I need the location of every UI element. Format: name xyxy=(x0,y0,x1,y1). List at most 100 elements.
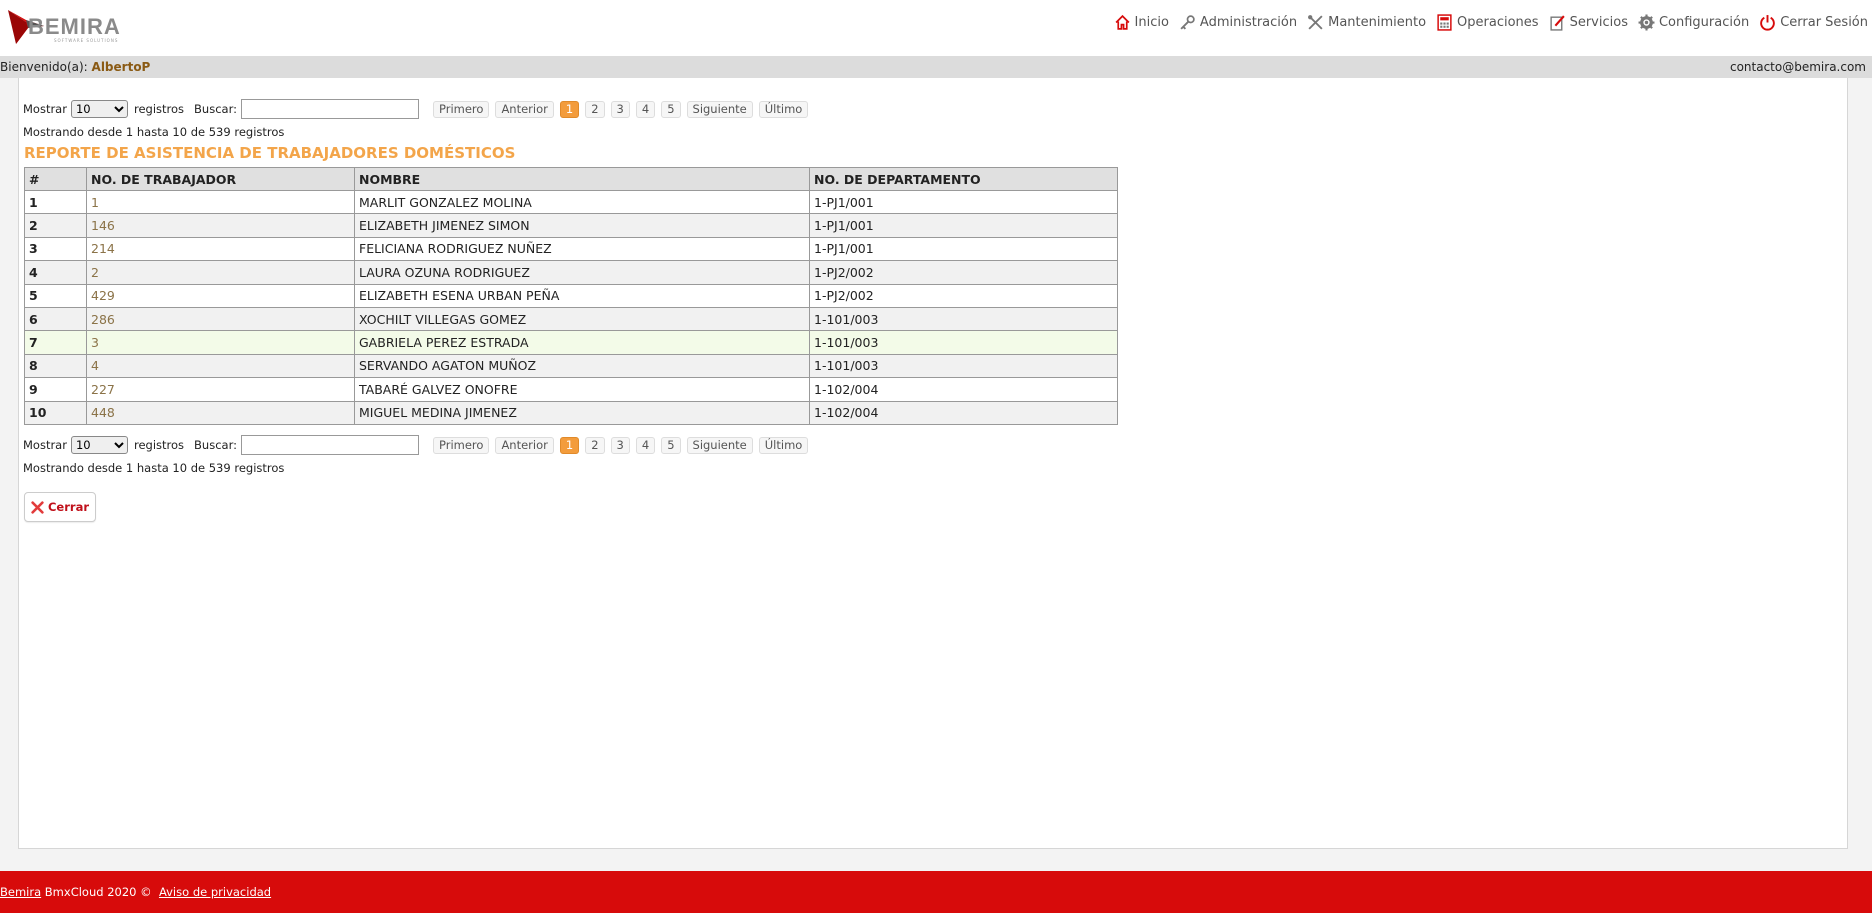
logo-tagline: SOFTWARE SOLUTIONS xyxy=(54,38,119,43)
page-button-2[interactable]: 2 xyxy=(585,100,605,118)
next-page-button[interactable]: Siguiente xyxy=(686,436,753,454)
worker-name: LAURA OZUNA RODRIGUEZ xyxy=(354,260,810,285)
row-number: 7 xyxy=(24,330,87,355)
search-label: Buscar: xyxy=(194,102,237,116)
worker-id: 448 xyxy=(86,400,355,425)
worker-id: 429 xyxy=(86,283,355,308)
power-icon xyxy=(1760,15,1776,31)
nav-label: Operaciones xyxy=(1457,15,1539,30)
user-bar: Bienvenido(a): AlbertoP contacto@bemira.… xyxy=(0,56,1872,78)
page-button-4[interactable]: 4 xyxy=(635,436,656,454)
contact-email: contacto@bemira.com xyxy=(1729,60,1866,74)
worker-name: XOCHILT VILLEGAS GOMEZ xyxy=(354,306,810,332)
close-button[interactable]: Cerrar xyxy=(24,492,96,522)
nav-label: Administración xyxy=(1199,15,1298,30)
page-button-1[interactable]: 1 xyxy=(559,436,580,454)
row-number: 2 xyxy=(24,213,87,238)
table-row[interactable]: 4 2 LAURA OZUNA RODRIGUEZ 1-PJ2/002 xyxy=(24,260,1118,285)
close-icon xyxy=(31,500,44,514)
previous-page-button[interactable]: Anterior xyxy=(495,100,554,118)
table-row[interactable]: 10 448 MIGUEL MEDINA JIMENEZ 1-102/004 xyxy=(24,400,1118,425)
table-row[interactable]: 2 146 ELIZABETH JIMENEZ SIMON 1-PJ1/001 xyxy=(24,213,1118,238)
worker-name: FELICIANA RODRIGUEZ NUÑEZ xyxy=(354,236,810,262)
page-button-5[interactable]: 5 xyxy=(661,436,681,454)
page-button-5[interactable]: 5 xyxy=(661,100,681,118)
department-id: 1-101/003 xyxy=(809,353,1118,379)
row-number: 3 xyxy=(24,236,87,262)
search-label: Buscar: xyxy=(194,438,237,452)
footer: Bemira BmxCloud 2020 © Aviso de privacid… xyxy=(0,871,1872,913)
report-panel: Mostrar 10 registros Buscar: Primero Ant… xyxy=(18,78,1848,849)
nav-cerrar-sesion[interactable]: Cerrar Sesión xyxy=(1759,14,1868,31)
page-size-select[interactable]: 10 xyxy=(70,100,128,118)
column-header-worker-id[interactable]: NO. DE TRABAJADOR xyxy=(86,167,355,191)
table-row[interactable]: 1 1 MARLIT GONZALEZ MOLINA 1-PJ1/001 xyxy=(24,189,1118,215)
worker-name: ELIZABETH ESENA URBAN PEÑA xyxy=(354,283,810,308)
nav-inicio[interactable]: Inicio xyxy=(1114,14,1169,31)
nav-label: Mantenimiento xyxy=(1328,15,1427,30)
table-row[interactable]: 8 4 SERVANDO AGATON MUÑOZ 1-101/003 xyxy=(24,353,1118,379)
nav-operaciones[interactable]: Operaciones xyxy=(1436,14,1539,31)
records-info-top: Mostrando desde 1 hasta 10 de 539 regist… xyxy=(23,125,285,139)
first-page-button[interactable]: Primero xyxy=(432,436,490,454)
row-number: 1 xyxy=(24,189,87,215)
worker-name: MIGUEL MEDINA JIMENEZ xyxy=(354,400,810,425)
row-number: 5 xyxy=(24,283,87,308)
table-row[interactable]: 6 286 XOCHILT VILLEGAS GOMEZ 1-101/003 xyxy=(24,306,1118,332)
department-id: 1-102/004 xyxy=(809,400,1118,425)
department-id: 1-PJ1/001 xyxy=(809,213,1118,238)
last-page-button[interactable]: Último xyxy=(758,436,809,454)
worker-name: GABRIELA PEREZ ESTRADA xyxy=(354,330,810,355)
records-label: registros xyxy=(133,102,185,116)
page-button-3[interactable]: 3 xyxy=(610,436,630,454)
username: AlbertoP xyxy=(91,60,151,74)
worker-name: TABARÉ GALVEZ ONOFRE xyxy=(354,377,810,402)
first-page-button[interactable]: Primero xyxy=(432,100,490,118)
next-page-button[interactable]: Siguiente xyxy=(686,100,753,118)
show-label: Mostrar xyxy=(23,102,67,116)
worker-id: 4 xyxy=(86,353,355,379)
edit-icon xyxy=(1550,15,1565,31)
nav-label: Configuración xyxy=(1658,15,1750,30)
nav-servicios[interactable]: Servicios xyxy=(1549,14,1628,31)
bemira-logo[interactable]: BEMIRA SOFTWARE SOLUTIONS xyxy=(6,4,136,50)
page-size-select[interactable]: 10 xyxy=(70,436,128,454)
gear-icon xyxy=(1638,14,1655,31)
header: BEMIRA SOFTWARE SOLUTIONS Inicio Adminis… xyxy=(0,0,1872,56)
report-title: REPORTE DE ASISTENCIA DE TRABAJADORES DO… xyxy=(24,144,516,162)
footer-brand-link[interactable]: Bemira xyxy=(0,885,41,899)
table-row[interactable]: 7 3 GABRIELA PEREZ ESTRADA 1-101/003 xyxy=(24,330,1118,355)
row-number: 6 xyxy=(24,306,87,332)
nav-configuracion[interactable]: Configuración xyxy=(1638,14,1749,31)
main-area: Mostrar 10 registros Buscar: Primero Ant… xyxy=(0,78,1872,871)
column-header-department[interactable]: NO. DE DEPARTAMENTO xyxy=(809,167,1118,191)
column-header-name[interactable]: NOMBRE xyxy=(354,167,810,191)
previous-page-button[interactable]: Anterior xyxy=(495,436,554,454)
table-row[interactable]: 5 429 ELIZABETH ESENA URBAN PEÑA 1-PJ2/002 xyxy=(24,283,1118,308)
page-button-1[interactable]: 1 xyxy=(559,100,580,118)
department-id: 1-PJ2/002 xyxy=(809,260,1118,285)
department-id: 1-101/003 xyxy=(809,330,1118,355)
page-button-2[interactable]: 2 xyxy=(585,436,605,454)
close-label: Cerrar xyxy=(47,500,89,514)
nav-mantenimiento[interactable]: Mantenimiento xyxy=(1307,14,1426,31)
worker-name: SERVANDO AGATON MUÑOZ xyxy=(354,353,810,379)
last-page-button[interactable]: Último xyxy=(758,100,809,118)
worker-id: 214 xyxy=(86,236,355,262)
search-input[interactable] xyxy=(240,99,419,119)
table-row[interactable]: 3 214 FELICIANA RODRIGUEZ NUÑEZ 1-PJ1/001 xyxy=(24,236,1118,262)
search-input[interactable] xyxy=(240,435,419,455)
privacy-link[interactable]: Aviso de privacidad xyxy=(159,885,271,899)
nav-administracion[interactable]: Administración xyxy=(1179,14,1297,31)
nav-label: Inicio xyxy=(1134,15,1169,30)
page-button-4[interactable]: 4 xyxy=(635,100,656,118)
department-id: 1-102/004 xyxy=(809,377,1118,402)
column-header-number[interactable]: # xyxy=(24,167,87,191)
department-id: 1-PJ1/001 xyxy=(809,236,1118,262)
report-table: # NO. DE TRABAJADOR NOMBRE NO. DE DEPART… xyxy=(24,167,1118,425)
worker-id: 227 xyxy=(86,377,355,402)
page-button-3[interactable]: 3 xyxy=(610,100,630,118)
table-row[interactable]: 9 227 TABARÉ GALVEZ ONOFRE 1-102/004 xyxy=(24,377,1118,402)
worker-id: 146 xyxy=(86,213,355,238)
department-id: 1-PJ2/002 xyxy=(809,283,1118,308)
